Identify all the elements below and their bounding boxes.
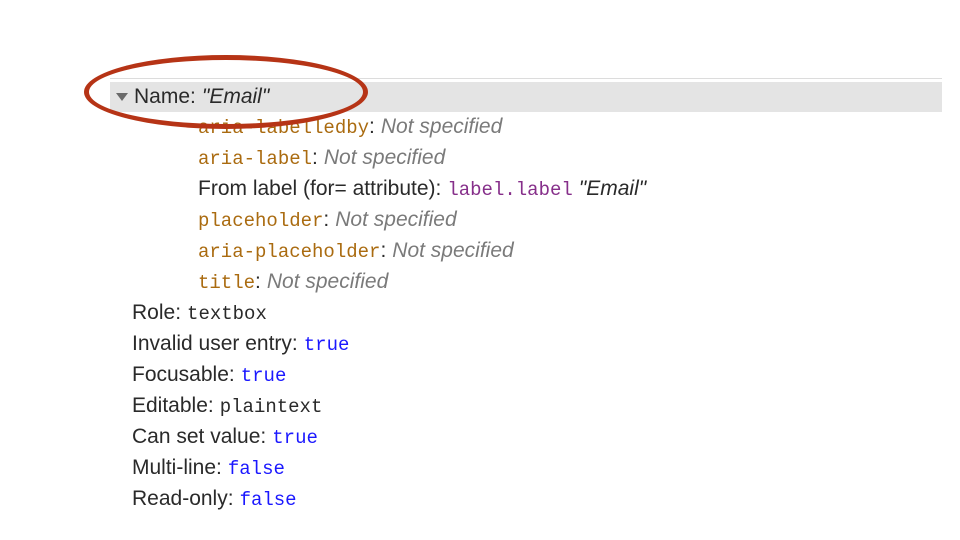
prop-can-set-value-label: Can set value: bbox=[132, 422, 266, 452]
source-aria-label-key: aria-label bbox=[198, 144, 312, 174]
name-row[interactable]: Name: "Email" bbox=[110, 82, 942, 112]
name-value: "Email" bbox=[202, 84, 269, 110]
prop-invalid-value: true bbox=[304, 330, 350, 360]
prop-can-set-value-value: true bbox=[272, 423, 318, 453]
from-label-value: "Email" bbox=[579, 174, 646, 204]
source-aria-labelledby-key: aria-labelledby bbox=[198, 113, 369, 143]
prop-role-value: textbox bbox=[187, 299, 267, 329]
from-label-tag: label bbox=[447, 175, 504, 205]
from-label-text: From label (for= attribute): bbox=[198, 174, 441, 204]
prop-read-only: Read-only: false bbox=[114, 484, 942, 515]
prop-editable: Editable: plaintext bbox=[114, 391, 942, 422]
prop-role: Role: textbox bbox=[114, 298, 942, 329]
source-aria-placeholder-key: aria-placeholder bbox=[198, 237, 380, 267]
source-title: title: Not specified bbox=[114, 267, 942, 298]
source-aria-labelledby: aria-labelledby: Not specified bbox=[114, 112, 942, 143]
source-title-state: Not specified bbox=[267, 267, 388, 297]
source-aria-label: aria-label: Not specified bbox=[114, 143, 942, 174]
source-aria-label-state: Not specified bbox=[324, 143, 445, 173]
source-placeholder: placeholder: Not specified bbox=[114, 205, 942, 236]
prop-read-only-value: false bbox=[240, 485, 297, 515]
prop-invalid: Invalid user entry: true bbox=[114, 329, 942, 360]
source-from-label: From label (for= attribute): label.label… bbox=[114, 174, 942, 205]
prop-editable-value: plaintext bbox=[220, 392, 323, 422]
prop-multi-line-label: Multi-line: bbox=[132, 453, 222, 483]
prop-read-only-label: Read-only: bbox=[132, 484, 234, 514]
disclosure-triangle-icon[interactable] bbox=[116, 93, 128, 101]
name-label: Name: bbox=[134, 84, 196, 110]
prop-focusable-label: Focusable: bbox=[132, 360, 235, 390]
prop-role-label: Role: bbox=[132, 298, 181, 328]
prop-focusable-value: true bbox=[241, 361, 287, 391]
prop-invalid-label: Invalid user entry: bbox=[132, 329, 298, 359]
source-placeholder-state: Not specified bbox=[335, 205, 456, 235]
source-placeholder-key: placeholder bbox=[198, 206, 323, 236]
name-sources: aria-labelledby: Not specified aria-labe… bbox=[110, 112, 942, 515]
prop-focusable: Focusable: true bbox=[114, 360, 942, 391]
top-border bbox=[110, 78, 942, 79]
source-aria-placeholder: aria-placeholder: Not specified bbox=[114, 236, 942, 267]
from-label-class: label bbox=[516, 175, 573, 205]
prop-multi-line: Multi-line: false bbox=[114, 453, 942, 484]
prop-can-set-value: Can set value: true bbox=[114, 422, 942, 453]
source-aria-labelledby-state: Not specified bbox=[381, 112, 502, 142]
source-aria-placeholder-state: Not specified bbox=[392, 236, 513, 266]
accessibility-tree-panel: Name: "Email" aria-labelledby: Not speci… bbox=[110, 82, 942, 515]
source-title-key: title bbox=[198, 268, 255, 298]
prop-multi-line-value: false bbox=[228, 454, 285, 484]
prop-editable-label: Editable: bbox=[132, 391, 214, 421]
